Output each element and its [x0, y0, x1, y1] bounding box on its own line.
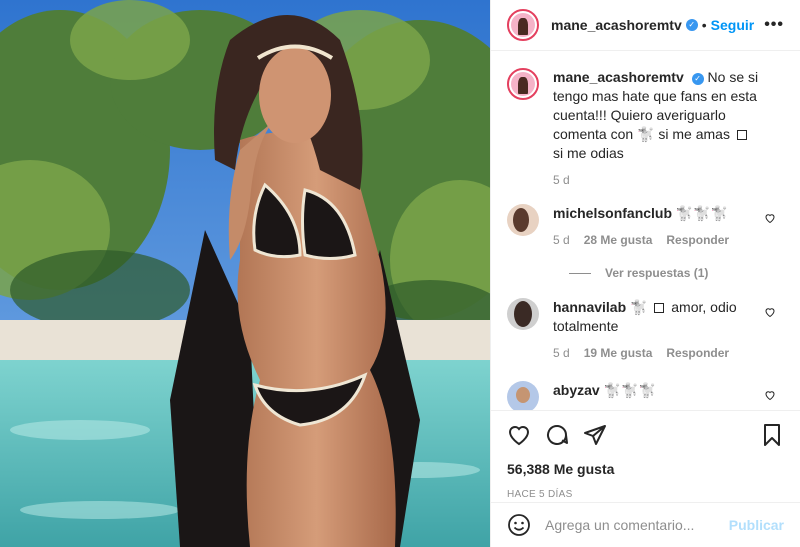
view-replies-label: Ver respuestas (1) [605, 266, 709, 280]
comment-username[interactable]: abyzav [553, 382, 600, 398]
comment-likes[interactable]: 19 Me gusta [584, 344, 653, 363]
comment-text: 🐩🐩🐩 [675, 205, 729, 221]
comment-input[interactable] [545, 517, 729, 533]
photo-illustration [0, 0, 490, 547]
caption-username[interactable]: mane_acashoremtv [553, 69, 684, 85]
comments-list[interactable]: mane_acashoremtv ✓ No se si tengo mas ha… [491, 52, 800, 410]
comment-username[interactable]: hannavilab [553, 299, 626, 315]
heart-icon[interactable] [507, 423, 531, 447]
author-username[interactable]: mane_acashoremtv [551, 17, 682, 33]
empty-box-glyph-icon [736, 130, 747, 140]
comment-username[interactable]: michelsonfanclub [553, 205, 672, 221]
emoji-icon[interactable] [507, 513, 531, 537]
author-avatar[interactable] [507, 9, 539, 41]
caption-text-b: si me amas [658, 126, 730, 142]
caption-time[interactable]: 5 d [553, 171, 570, 190]
commenter-avatar[interactable] [507, 204, 539, 236]
add-comment-bar: Publicar [491, 502, 800, 547]
comment-item: hannavilab 🐩 amor, odio totalmente 5 d 1… [507, 298, 784, 363]
reply-button[interactable]: Responder [666, 344, 729, 363]
bookmark-icon[interactable] [760, 423, 784, 447]
reply-button[interactable]: Responder [666, 231, 729, 250]
comment-time[interactable]: 5 d [553, 231, 570, 250]
post-actions: 56,388 Me gusta HACE 5 DÍAS [491, 410, 800, 500]
verified-badge-icon: ✓ [691, 73, 704, 85]
post-header: mane_acashoremtv ✓ • Seguir ••• [491, 0, 800, 51]
caption: mane_acashoremtv ✓ No se si tengo mas ha… [507, 68, 784, 190]
caption-avatar[interactable] [507, 68, 539, 100]
commenter-avatar[interactable] [507, 381, 539, 410]
poodle-emoji-icon: 🐩 [637, 126, 655, 142]
follow-button[interactable]: Seguir [711, 17, 755, 33]
comment-text: 🐩🐩🐩 [603, 382, 656, 398]
post-side-panel: mane_acashoremtv ✓ • Seguir ••• mane_aca… [490, 0, 800, 547]
poodle-emoji-icon: 🐩 [630, 299, 648, 315]
publish-button[interactable]: Publicar [729, 517, 784, 533]
caption-text-c: si me odias [553, 145, 624, 161]
instagram-post-modal: mane_acashoremtv ✓ • Seguir ••• mane_aca… [0, 0, 800, 547]
comment-item: abyzav 🐩🐩🐩 [507, 381, 784, 410]
share-icon[interactable] [583, 423, 607, 447]
comment-likes[interactable]: 28 Me gusta [584, 231, 653, 250]
post-photo[interactable] [0, 0, 490, 547]
commenter-avatar[interactable] [507, 298, 539, 330]
verified-badge-icon: ✓ [685, 19, 698, 31]
comment-item: michelsonfanclub 🐩🐩🐩 5 d 28 Me gusta Res… [507, 204, 784, 250]
comment-heart-icon[interactable] [764, 306, 776, 318]
likes-count[interactable]: 56,388 Me gusta [507, 461, 784, 477]
empty-box-glyph-icon [654, 303, 665, 313]
view-replies-button[interactable]: Ver respuestas (1) [569, 266, 784, 280]
replies-divider [569, 272, 591, 274]
more-options-icon[interactable]: ••• [764, 16, 784, 34]
header-separator: • [701, 17, 707, 33]
comment-heart-icon[interactable] [764, 212, 776, 224]
comment-icon[interactable] [545, 423, 569, 447]
comment-time[interactable]: 5 d [553, 344, 570, 363]
posted-ago[interactable]: HACE 5 DÍAS [507, 489, 784, 500]
comment-heart-icon[interactable] [764, 389, 776, 401]
